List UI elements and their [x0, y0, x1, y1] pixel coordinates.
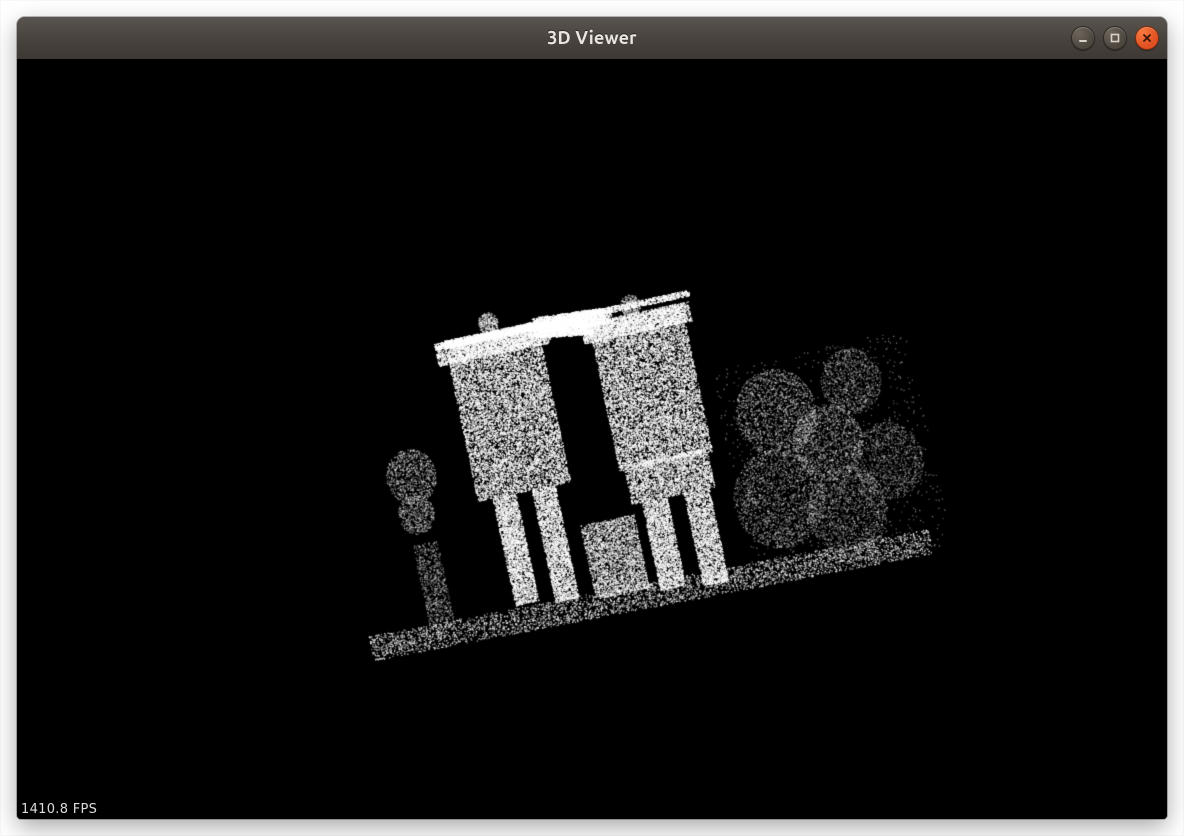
window-title: 3D Viewer	[547, 28, 637, 48]
pointcloud-canvas[interactable]	[17, 59, 1167, 819]
app-window: 3D Viewer	[17, 17, 1167, 819]
window-controls	[1071, 26, 1159, 50]
minimize-icon	[1077, 32, 1089, 44]
desktop: 3D Viewer	[0, 0, 1184, 836]
close-icon	[1141, 32, 1153, 44]
close-button[interactable]	[1135, 26, 1159, 50]
maximize-button[interactable]	[1103, 26, 1127, 50]
maximize-icon	[1109, 32, 1121, 44]
titlebar[interactable]: 3D Viewer	[17, 17, 1167, 60]
minimize-button[interactable]	[1071, 26, 1095, 50]
fps-readout: 1410.8 FPS	[21, 803, 97, 817]
viewport-3d[interactable]: 1410.8 FPS	[17, 59, 1167, 819]
